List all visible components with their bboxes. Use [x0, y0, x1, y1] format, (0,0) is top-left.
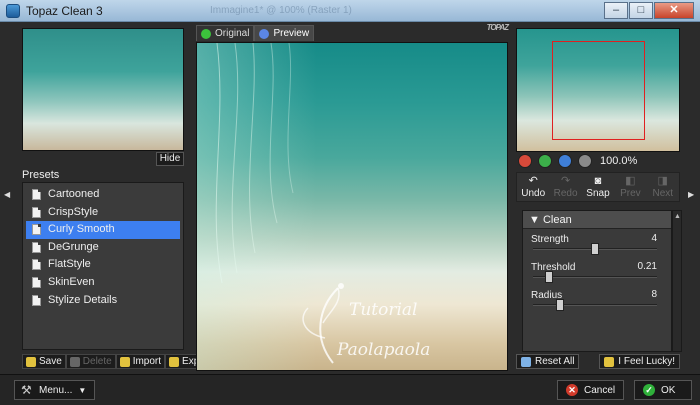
preset-item[interactable]: CrispStyle	[26, 204, 180, 222]
save-icon	[26, 356, 36, 367]
panel-scrollbar[interactable]: ▲	[672, 210, 682, 352]
document-icon	[32, 276, 41, 288]
home-icon	[521, 356, 531, 367]
tutorial-watermark: Tutorial Paolapaola	[293, 278, 493, 368]
watermark-line2: Paolapaola	[337, 340, 431, 360]
import-icon	[119, 356, 130, 367]
preview-dot-icon	[259, 29, 270, 39]
strength-slider-knob[interactable]	[591, 243, 599, 255]
document-icon	[32, 294, 41, 306]
clean-section-header[interactable]: ▼ Clean	[523, 211, 671, 229]
prev-icon: ◧	[625, 175, 636, 187]
export-icon	[169, 356, 180, 367]
preset-item[interactable]: Stylize Details	[26, 292, 180, 310]
threshold-slider[interactable]	[533, 271, 657, 283]
document-icon	[32, 224, 41, 236]
radius-slider-knob[interactable]	[556, 299, 565, 311]
bottom-bar: ⚒ Menu... ▼ ✕ Cancel ✓ OK	[0, 374, 700, 405]
watermark-line1: Tutorial	[349, 300, 418, 320]
strength-param: Strength 4	[523, 229, 671, 257]
radius-slider[interactable]	[533, 299, 657, 311]
preset-item[interactable]: SkinEven	[26, 274, 180, 292]
radius-param: Radius 8	[523, 285, 671, 313]
threshold-param: Threshold 0.21	[523, 257, 671, 285]
document-icon	[32, 241, 41, 253]
navigator-thumbnail[interactable]	[516, 28, 680, 152]
preset-item-selected[interactable]: Curly Smooth	[26, 221, 180, 239]
zoom-level: 100.0%	[600, 155, 638, 167]
next-button[interactable]: ◨ Next	[648, 173, 678, 201]
wrench-icon: ⚒	[21, 383, 32, 397]
collapse-right-arrow-icon[interactable]: ▶	[688, 190, 694, 199]
collapse-left-arrow-icon[interactable]: ◀	[4, 190, 10, 199]
import-preset-button[interactable]: Import	[115, 354, 166, 369]
camera-icon: ◙	[594, 175, 602, 187]
zoom-fit-icon[interactable]	[558, 154, 572, 168]
undo-icon: ↶	[528, 175, 538, 187]
undo-button[interactable]: ↶ Undo	[518, 173, 548, 201]
minimize-button[interactable]: –	[604, 2, 628, 19]
reset-all-button[interactable]: Reset All	[516, 354, 580, 369]
delete-icon	[69, 356, 80, 367]
preview-canvas[interactable]: Tutorial Paolapaola	[196, 42, 508, 371]
hide-button[interactable]: Hide	[156, 152, 184, 166]
next-icon: ◨	[657, 175, 668, 187]
history-toolbar: ↶ Undo ↷ Redo ◙ Snap ◧ Prev ◨ Next	[516, 172, 680, 202]
maximize-button[interactable]: □	[629, 2, 653, 19]
tab-original[interactable]: Original	[196, 25, 255, 41]
title-bar: Topaz Clean 3 Immagine1* @ 100% (Raster …	[0, 0, 700, 22]
window-title: Topaz Clean 3	[26, 4, 103, 18]
tab-preview[interactable]: Preview	[254, 25, 315, 41]
redo-button[interactable]: ↷ Redo	[551, 173, 581, 201]
original-dot-icon	[201, 29, 211, 39]
ok-button[interactable]: ✓ OK	[634, 380, 693, 400]
close-button[interactable]: ✕	[654, 2, 694, 19]
strength-slider[interactable]	[533, 243, 657, 255]
snap-button[interactable]: ◙ Snap	[583, 173, 613, 201]
preset-item[interactable]: Cartooned	[26, 186, 180, 204]
presets-label: Presets	[22, 169, 60, 181]
zoom-out-icon[interactable]	[518, 154, 532, 168]
threshold-slider-knob[interactable]	[544, 271, 553, 283]
preset-thumbnail	[22, 28, 184, 151]
topaz-logo: TOPAZ	[486, 23, 509, 32]
menu-button[interactable]: ⚒ Menu... ▼	[14, 380, 96, 400]
scroll-up-icon[interactable]: ▲	[674, 213, 681, 220]
app-icon	[6, 4, 20, 18]
save-preset-button[interactable]: Save	[22, 354, 66, 369]
navigator-viewport[interactable]	[552, 41, 645, 140]
redo-icon: ↷	[560, 175, 571, 187]
prev-button[interactable]: ◧ Prev	[615, 173, 645, 201]
document-icon	[32, 206, 41, 218]
preset-item[interactable]: DeGrunge	[26, 239, 180, 257]
dice-icon	[604, 356, 615, 367]
cancel-icon: ✕	[566, 384, 578, 396]
cancel-button[interactable]: ✕ Cancel	[557, 380, 625, 400]
clean-panel: ▼ Clean Strength 4 Threshold 0.21 Radius…	[522, 210, 672, 352]
delete-preset-button[interactable]: Delete	[65, 354, 116, 369]
zoom-100-icon[interactable]	[578, 154, 592, 168]
zoom-in-icon[interactable]	[538, 154, 552, 168]
document-icon	[32, 189, 41, 200]
check-icon: ✓	[643, 384, 655, 396]
document-icon	[32, 259, 41, 271]
background-window-title: Immagine1* @ 100% (Raster 1)	[210, 5, 352, 16]
feel-lucky-button[interactable]: I Feel Lucky!	[599, 354, 680, 369]
chevron-down-icon: ▼	[78, 385, 87, 395]
preset-item[interactable]: FlatStyle	[26, 256, 180, 274]
presets-list[interactable]: Cartooned CrispStyle Curly Smooth DeGrun…	[22, 182, 184, 350]
